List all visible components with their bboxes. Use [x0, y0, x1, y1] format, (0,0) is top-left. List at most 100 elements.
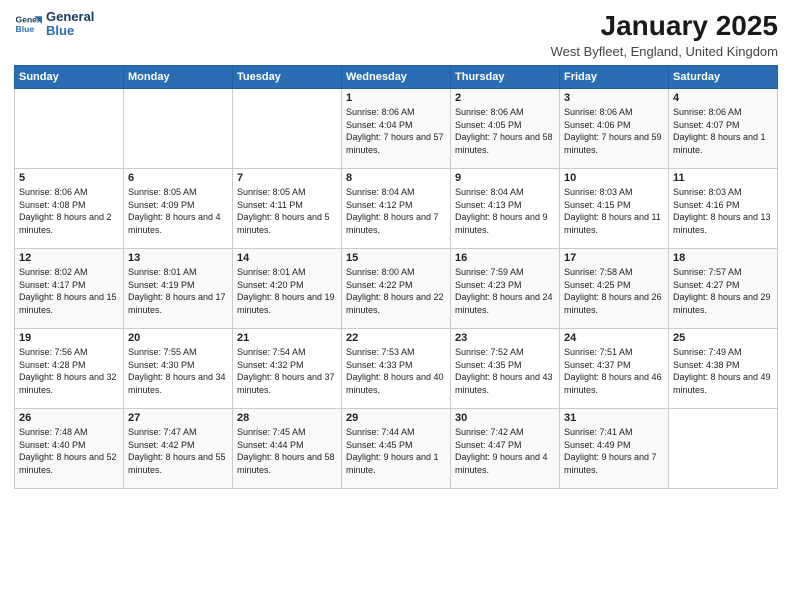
cell-text: Sunrise: 8:06 AM Sunset: 4:04 PM Dayligh…: [346, 106, 446, 156]
cell-1-4: 1 Sunrise: 8:06 AM Sunset: 4:04 PM Daylig…: [342, 89, 451, 169]
day-number: 21: [237, 332, 337, 344]
cell-1-5: 2 Sunrise: 8:06 AM Sunset: 4:05 PM Daylig…: [451, 89, 560, 169]
cell-text: Sunrise: 7:44 AM Sunset: 4:45 PM Dayligh…: [346, 426, 446, 476]
cell-4-3: 21 Sunrise: 7:54 AM Sunset: 4:32 PM Dayli…: [233, 329, 342, 409]
cell-5-4: 29 Sunrise: 7:44 AM Sunset: 4:45 PM Dayli…: [342, 409, 451, 489]
day-number: 16: [455, 252, 555, 264]
day-number: 2: [455, 92, 555, 104]
header-sunday: Sunday: [15, 66, 124, 89]
cell-2-6: 10Sunrise: 8:03 AM Sunset: 4:15 PM Dayli…: [560, 169, 669, 249]
cell-text: Sunrise: 7:54 AM Sunset: 4:32 PM Dayligh…: [237, 346, 337, 396]
cell-text: Sunrise: 8:03 AM Sunset: 4:15 PM Dayligh…: [564, 186, 664, 236]
day-number: 1: [346, 92, 446, 104]
day-number: 8: [346, 172, 446, 184]
cell-5-2: 27 Sunrise: 7:47 AM Sunset: 4:42 PM Dayli…: [124, 409, 233, 489]
logo: General Blue General Blue: [14, 10, 94, 39]
location: West Byfleet, England, United Kingdom: [551, 44, 778, 59]
week-row-2: 5 Sunrise: 8:06 AM Sunset: 4:08 PM Daylig…: [15, 169, 778, 249]
cell-text: Sunrise: 8:03 AM Sunset: 4:16 PM Dayligh…: [673, 186, 773, 236]
cell-5-1: 26Sunrise: 7:48 AM Sunset: 4:40 PM Dayli…: [15, 409, 124, 489]
cell-3-2: 13 Sunrise: 8:01 AM Sunset: 4:19 PM Dayli…: [124, 249, 233, 329]
cell-4-2: 20Sunrise: 7:55 AM Sunset: 4:30 PM Dayli…: [124, 329, 233, 409]
cell-3-5: 16 Sunrise: 7:59 AM Sunset: 4:23 PM Dayli…: [451, 249, 560, 329]
cell-text: Sunrise: 7:47 AM Sunset: 4:42 PM Dayligh…: [128, 426, 228, 476]
cell-2-1: 5 Sunrise: 8:06 AM Sunset: 4:08 PM Daylig…: [15, 169, 124, 249]
cell-1-7: 4Sunrise: 8:06 AM Sunset: 4:07 PM Daylig…: [669, 89, 778, 169]
cell-3-7: 18 Sunrise: 7:57 AM Sunset: 4:27 PM Dayli…: [669, 249, 778, 329]
day-number: 27: [128, 412, 228, 424]
cell-text: Sunrise: 8:01 AM Sunset: 4:19 PM Dayligh…: [128, 266, 228, 316]
cell-5-3: 28 Sunrise: 7:45 AM Sunset: 4:44 PM Dayli…: [233, 409, 342, 489]
cell-text: Sunrise: 7:59 AM Sunset: 4:23 PM Dayligh…: [455, 266, 555, 316]
header-monday: Monday: [124, 66, 233, 89]
header: General Blue General Blue January 2025 W…: [14, 10, 778, 59]
logo-text-blue: Blue: [46, 24, 94, 38]
calendar-table: SundayMondayTuesdayWednesdayThursdayFrid…: [14, 65, 778, 489]
cell-2-3: 7Sunrise: 8:05 AM Sunset: 4:11 PM Daylig…: [233, 169, 342, 249]
logo-icon: General Blue: [14, 10, 42, 38]
cell-text: Sunrise: 7:45 AM Sunset: 4:44 PM Dayligh…: [237, 426, 337, 476]
day-number: 17: [564, 252, 664, 264]
cell-1-3: [233, 89, 342, 169]
cell-text: Sunrise: 8:04 AM Sunset: 4:13 PM Dayligh…: [455, 186, 555, 236]
header-saturday: Saturday: [669, 66, 778, 89]
cell-text: Sunrise: 7:51 AM Sunset: 4:37 PM Dayligh…: [564, 346, 664, 396]
month-title: January 2025: [551, 10, 778, 42]
day-number: 18: [673, 252, 773, 264]
day-number: 31: [564, 412, 664, 424]
cell-2-4: 8Sunrise: 8:04 AM Sunset: 4:12 PM Daylig…: [342, 169, 451, 249]
cell-3-4: 15 Sunrise: 8:00 AM Sunset: 4:22 PM Dayli…: [342, 249, 451, 329]
cell-text: Sunrise: 7:53 AM Sunset: 4:33 PM Dayligh…: [346, 346, 446, 396]
day-number: 6: [128, 172, 228, 184]
week-row-3: 12 Sunrise: 8:02 AM Sunset: 4:17 PM Dayli…: [15, 249, 778, 329]
cell-3-3: 14 Sunrise: 8:01 AM Sunset: 4:20 PM Dayli…: [233, 249, 342, 329]
cell-1-1: [15, 89, 124, 169]
cell-4-6: 24 Sunrise: 7:51 AM Sunset: 4:37 PM Dayli…: [560, 329, 669, 409]
day-number: 15: [346, 252, 446, 264]
day-number: 29: [346, 412, 446, 424]
cell-text: Sunrise: 7:52 AM Sunset: 4:35 PM Dayligh…: [455, 346, 555, 396]
cell-text: Sunrise: 8:06 AM Sunset: 4:05 PM Dayligh…: [455, 106, 555, 156]
cell-1-6: 3Sunrise: 8:06 AM Sunset: 4:06 PM Daylig…: [560, 89, 669, 169]
day-number: 25: [673, 332, 773, 344]
cell-5-5: 30Sunrise: 7:42 AM Sunset: 4:47 PM Dayli…: [451, 409, 560, 489]
svg-text:Blue: Blue: [16, 24, 35, 34]
header-tuesday: Tuesday: [233, 66, 342, 89]
cell-5-6: 31Sunrise: 7:41 AM Sunset: 4:49 PM Dayli…: [560, 409, 669, 489]
cell-text: Sunrise: 7:57 AM Sunset: 4:27 PM Dayligh…: [673, 266, 773, 316]
header-row: SundayMondayTuesdayWednesdayThursdayFrid…: [15, 66, 778, 89]
header-friday: Friday: [560, 66, 669, 89]
cell-3-6: 17 Sunrise: 7:58 AM Sunset: 4:25 PM Dayli…: [560, 249, 669, 329]
cell-text: Sunrise: 8:02 AM Sunset: 4:17 PM Dayligh…: [19, 266, 119, 316]
cell-text: Sunrise: 7:58 AM Sunset: 4:25 PM Dayligh…: [564, 266, 664, 316]
day-number: 23: [455, 332, 555, 344]
week-row-5: 26Sunrise: 7:48 AM Sunset: 4:40 PM Dayli…: [15, 409, 778, 489]
day-number: 5: [19, 172, 119, 184]
day-number: 14: [237, 252, 337, 264]
cell-text: Sunrise: 8:06 AM Sunset: 4:06 PM Dayligh…: [564, 106, 664, 156]
cell-text: Sunrise: 7:48 AM Sunset: 4:40 PM Dayligh…: [19, 426, 119, 476]
day-number: 11: [673, 172, 773, 184]
cell-5-7: [669, 409, 778, 489]
week-row-1: 1 Sunrise: 8:06 AM Sunset: 4:04 PM Daylig…: [15, 89, 778, 169]
cell-text: Sunrise: 7:49 AM Sunset: 4:38 PM Dayligh…: [673, 346, 773, 396]
day-number: 12: [19, 252, 119, 264]
cell-1-2: [124, 89, 233, 169]
cell-2-7: 11 Sunrise: 8:03 AM Sunset: 4:16 PM Dayli…: [669, 169, 778, 249]
day-number: 19: [19, 332, 119, 344]
day-number: 9: [455, 172, 555, 184]
cell-text: Sunrise: 7:42 AM Sunset: 4:47 PM Dayligh…: [455, 426, 555, 476]
header-thursday: Thursday: [451, 66, 560, 89]
day-number: 28: [237, 412, 337, 424]
cell-4-7: 25 Sunrise: 7:49 AM Sunset: 4:38 PM Dayli…: [669, 329, 778, 409]
cell-text: Sunrise: 8:00 AM Sunset: 4:22 PM Dayligh…: [346, 266, 446, 316]
cell-text: Sunrise: 8:06 AM Sunset: 4:08 PM Dayligh…: [19, 186, 119, 236]
cell-3-1: 12 Sunrise: 8:02 AM Sunset: 4:17 PM Dayli…: [15, 249, 124, 329]
day-number: 13: [128, 252, 228, 264]
day-number: 24: [564, 332, 664, 344]
cell-4-4: 22Sunrise: 7:53 AM Sunset: 4:33 PM Dayli…: [342, 329, 451, 409]
cell-2-5: 9 Sunrise: 8:04 AM Sunset: 4:13 PM Daylig…: [451, 169, 560, 249]
cell-text: Sunrise: 8:01 AM Sunset: 4:20 PM Dayligh…: [237, 266, 337, 316]
page: General Blue General Blue January 2025 W…: [0, 0, 792, 612]
header-wednesday: Wednesday: [342, 66, 451, 89]
